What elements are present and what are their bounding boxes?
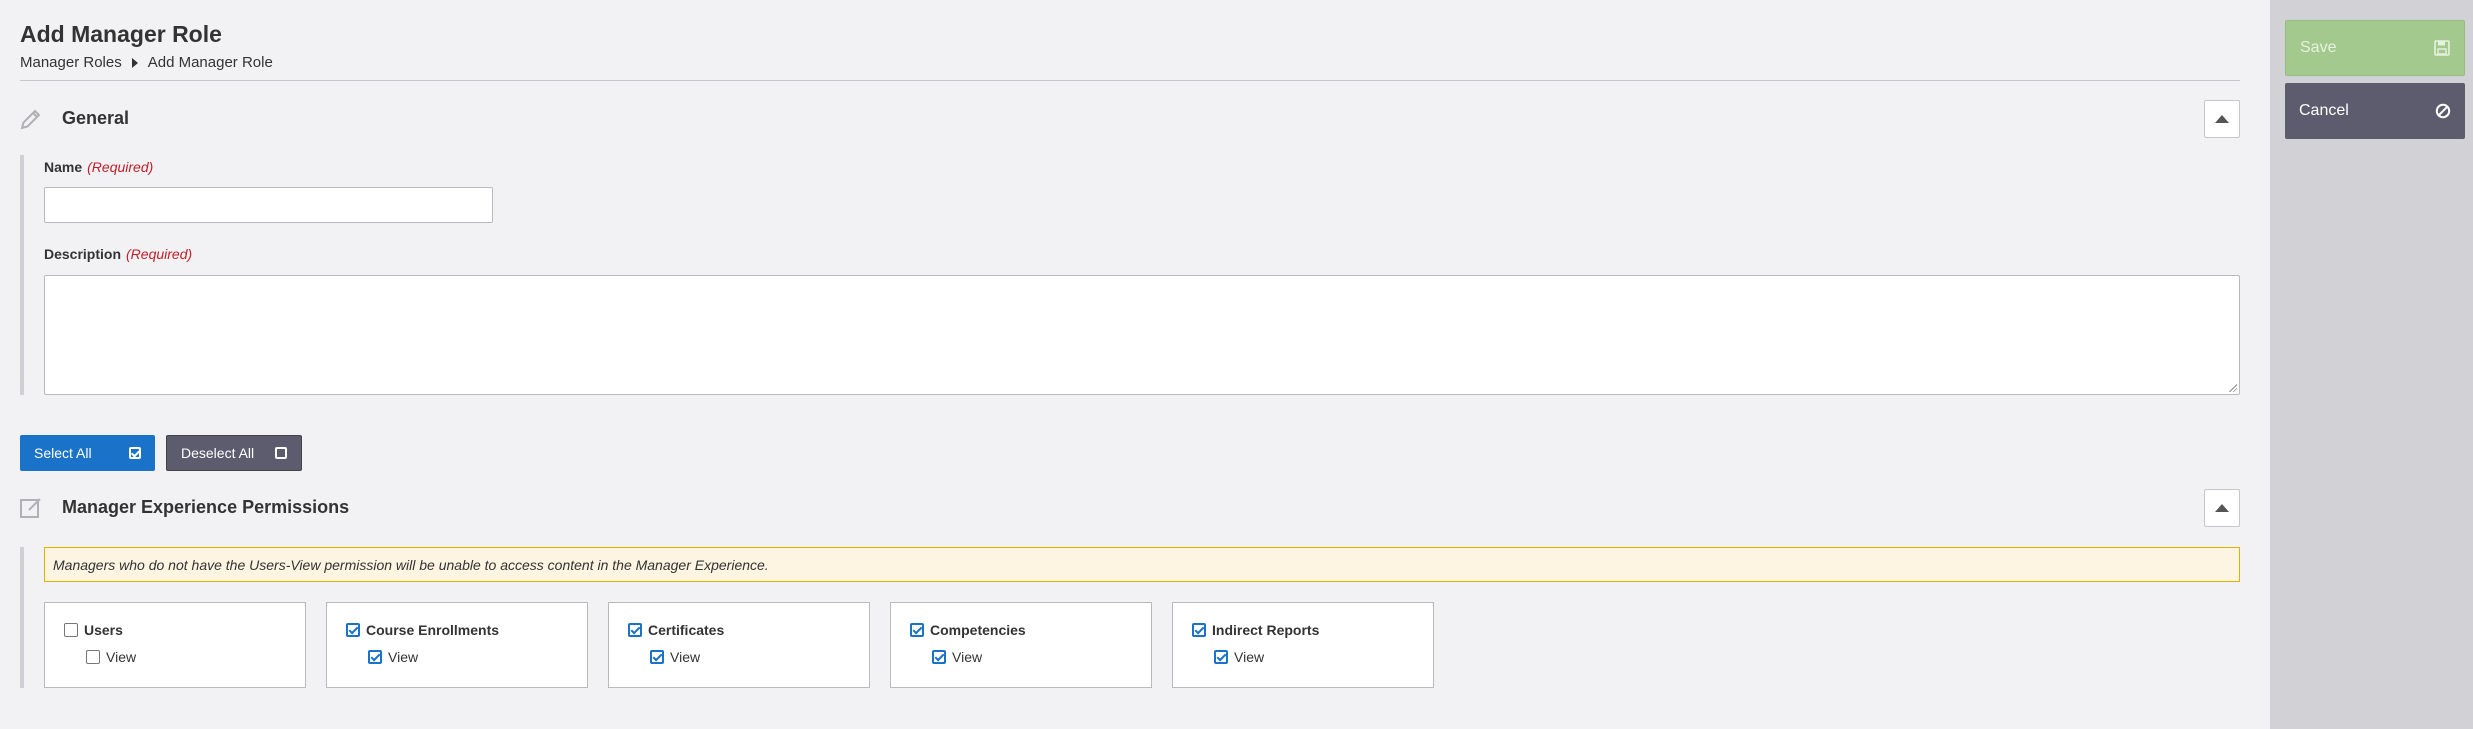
- deselect-all-button[interactable]: Deselect All: [166, 435, 302, 471]
- users-view-checkbox-row[interactable]: View: [86, 649, 136, 665]
- save-label: Save: [2300, 39, 2337, 56]
- description-label: Description (Required): [44, 246, 192, 262]
- general-section-title: General: [62, 108, 130, 128]
- course-enrollments-checkbox[interactable]: [346, 623, 360, 637]
- certificates-view-label: View: [670, 649, 701, 665]
- certificates-checkbox-row[interactable]: Certificates: [628, 622, 724, 638]
- course-enrollments-view-label: View: [388, 649, 419, 665]
- deselect-all-label: Deselect All: [181, 445, 255, 461]
- permission-card-certificates: Certificates View: [608, 602, 870, 688]
- users-view-warning: Managers who do not have the Users-View …: [44, 547, 2240, 582]
- chevron-up-icon: [2215, 504, 2229, 512]
- permissions-section-title: Manager Experience Permissions: [62, 497, 350, 517]
- page-title: Add Manager Role: [20, 21, 222, 47]
- chevron-up-icon: [2215, 115, 2229, 123]
- description-required-note: (Required): [126, 246, 193, 262]
- course-enrollments-view-checkbox[interactable]: [368, 650, 382, 664]
- general-collapse-button[interactable]: [2204, 100, 2240, 138]
- users-checkbox-row[interactable]: Users: [64, 622, 123, 638]
- cancel-button[interactable]: Cancel: [2285, 83, 2465, 139]
- competencies-checkbox[interactable]: [910, 623, 924, 637]
- indirect-reports-checkbox[interactable]: [1192, 623, 1206, 637]
- course-enrollments-label: Course Enrollments: [366, 622, 500, 638]
- certificates-view-checkbox-row[interactable]: View: [650, 649, 700, 665]
- competencies-view-label: View: [952, 649, 983, 665]
- main-content: Add Manager Role Manager Roles Add Manag…: [0, 0, 2270, 729]
- header-divider: [20, 80, 2240, 81]
- users-view-checkbox[interactable]: [86, 650, 100, 664]
- caret-right-icon: [131, 57, 138, 68]
- resize-handle[interactable]: [2229, 384, 2237, 392]
- permissions-section-bar: [20, 547, 24, 688]
- permission-card-indirect-reports: Indirect Reports View: [1172, 602, 1434, 688]
- breadcrumb-link-manager-roles[interactable]: Manager Roles: [20, 54, 122, 71]
- permissions-collapse-button[interactable]: [2204, 489, 2240, 527]
- certificates-label: Certificates: [648, 622, 725, 638]
- ban-icon: [2435, 103, 2451, 119]
- permission-card-course-enrollments: Course Enrollments View: [326, 602, 588, 688]
- course-enrollments-view-checkbox-row[interactable]: View: [368, 649, 418, 665]
- course-enrollments-checkbox-row[interactable]: Course Enrollments: [346, 622, 499, 638]
- name-required-note: (Required): [87, 159, 154, 175]
- breadcrumb-current: Add Manager Role: [147, 54, 273, 71]
- select-all-label: Select All: [34, 445, 92, 461]
- name-label: Name (Required): [44, 159, 153, 175]
- cancel-label: Cancel: [2299, 102, 2349, 119]
- edit-square-icon: [20, 498, 41, 518]
- pencil-icon: [20, 109, 41, 130]
- users-checkbox[interactable]: [64, 623, 78, 637]
- competencies-view-checkbox[interactable]: [932, 650, 946, 664]
- competencies-checkbox-row[interactable]: Competencies: [910, 622, 1026, 638]
- certificates-view-checkbox[interactable]: [650, 650, 664, 664]
- floppy-disk-icon: [2434, 40, 2450, 56]
- name-label-text: Name: [44, 159, 83, 175]
- certificates-checkbox[interactable]: [628, 623, 642, 637]
- indirect-reports-checkbox-row[interactable]: Indirect Reports: [1192, 622, 1319, 638]
- name-input[interactable]: [44, 187, 493, 223]
- save-button[interactable]: Save: [2285, 20, 2465, 76]
- indirect-reports-label: Indirect Reports: [1212, 622, 1320, 638]
- indirect-reports-view-label: View: [1234, 649, 1265, 665]
- users-view-label: View: [106, 649, 137, 665]
- general-section-bar: [20, 155, 24, 395]
- select-all-button[interactable]: Select All: [20, 435, 155, 471]
- permission-card-competencies: Competencies View: [890, 602, 1152, 688]
- competencies-view-checkbox-row[interactable]: View: [932, 649, 982, 665]
- empty-box-icon: [275, 447, 287, 459]
- users-label: Users: [84, 622, 123, 638]
- competencies-label: Competencies: [930, 622, 1026, 638]
- indirect-reports-view-checkbox-row[interactable]: View: [1214, 649, 1264, 665]
- indirect-reports-view-checkbox[interactable]: [1214, 650, 1228, 664]
- description-textarea[interactable]: [44, 275, 2240, 395]
- permission-card-users: Users View: [44, 602, 306, 688]
- checked-box-icon: [129, 447, 141, 459]
- action-sidebar: Save Cancel: [2270, 0, 2473, 729]
- description-label-text: Description: [44, 246, 122, 262]
- breadcrumb: Manager Roles Add Manager Role: [20, 54, 273, 71]
